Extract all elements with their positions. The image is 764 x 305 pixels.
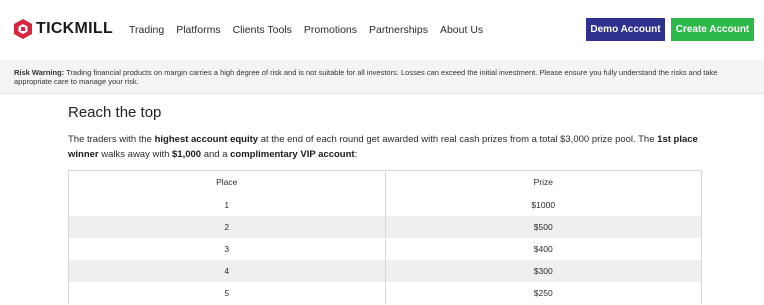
prize-cell: $1000	[384, 194, 702, 216]
desc-part-1: The traders with the	[68, 134, 155, 145]
site-header: TICKMILL Trading Platforms Clients Tools…	[0, 0, 764, 60]
tickmill-logo[interactable]: TICKMILL	[14, 19, 113, 39]
prize-cell: $300	[384, 260, 702, 282]
table-header-row: Place Prize	[69, 171, 701, 194]
brand-name: TICKMILL	[36, 20, 114, 37]
nav-item-trading[interactable]: Trading	[129, 24, 164, 36]
desc-part-4: and a	[201, 149, 231, 160]
risk-warning-text: Risk Warning: Trading financial products…	[14, 68, 756, 86]
risk-warning-body: Trading financial products on margin car…	[14, 68, 718, 86]
header-prize: Prize	[384, 171, 702, 194]
nav-item-clients-tools[interactable]: Clients Tools	[233, 24, 292, 36]
desc-bold-3: $1,000	[172, 149, 202, 160]
table-row: 5 $250	[69, 282, 701, 304]
main-nav: Trading Platforms Clients Tools Promotio…	[129, 24, 495, 36]
nav-item-platforms[interactable]: Platforms	[176, 24, 220, 36]
prize-cell: $400	[384, 238, 702, 260]
table-row: 2 $500	[69, 216, 701, 238]
place-cell: 1	[224, 200, 230, 210]
create-account-button[interactable]: Create Account	[671, 18, 754, 41]
place-cell: 3	[224, 244, 230, 254]
desc-part-3: walks away with	[98, 149, 173, 160]
risk-warning-label: Risk Warning:	[14, 68, 65, 77]
nav-item-promotions[interactable]: Promotions	[304, 24, 357, 36]
desc-bold-4: complimentary VIP account	[230, 149, 355, 160]
prize-table: Place Prize 1 $1000 2 $500 3 $400 4 $300…	[68, 170, 702, 304]
prize-cell: $250	[384, 282, 702, 304]
desc-part-5: :	[354, 149, 358, 160]
nav-item-partnerships[interactable]: Partnerships	[369, 24, 428, 36]
header-place: Place	[216, 177, 238, 187]
nav-item-about-us[interactable]: About Us	[440, 24, 483, 36]
table-row: 4 $300	[69, 260, 701, 282]
place-cell: 4	[224, 266, 230, 276]
table-row: 3 $400	[69, 238, 701, 260]
section-title: Reach the top	[68, 104, 162, 121]
desc-bold-1: highest account equity	[154, 134, 259, 145]
demo-account-button[interactable]: Demo Account	[586, 18, 665, 41]
table-row: 1 $1000	[69, 194, 701, 216]
tickmill-logo-icon	[14, 19, 32, 39]
place-cell: 5	[224, 288, 230, 298]
risk-warning-banner: Risk Warning: Trading financial products…	[0, 60, 764, 94]
prize-cell: $500	[384, 216, 702, 238]
place-cell: 2	[224, 222, 230, 232]
section-description: The traders with the highest account equ…	[68, 132, 708, 162]
desc-part-2: at the end of each round get awarded wit…	[258, 134, 658, 145]
